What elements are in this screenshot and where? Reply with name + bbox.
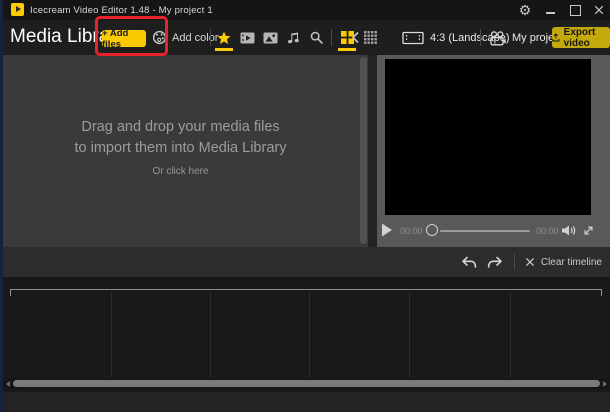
app-logo-icon <box>11 3 24 16</box>
seek-slider-track[interactable] <box>440 229 530 232</box>
timeline-gridline <box>309 293 310 377</box>
panel-divider <box>368 55 377 247</box>
settings-gear-icon[interactable]: ⚙ <box>517 1 533 19</box>
tab-images[interactable] <box>262 27 278 49</box>
redo-button[interactable] <box>487 256 504 269</box>
minimize-button[interactable] <box>546 12 555 14</box>
app-window: Icecream Video Editor 1.48 - My project … <box>0 0 610 412</box>
video-clip-icon <box>240 32 254 43</box>
timeline-panel[interactable] <box>3 277 610 392</box>
timeline-scrollbar-thumb[interactable] <box>13 380 600 387</box>
volume-icon <box>562 225 576 236</box>
fullscreen-button[interactable] <box>582 224 595 237</box>
divider <box>480 29 481 46</box>
clear-x-icon <box>525 257 534 267</box>
scroll-left-arrow-icon[interactable] <box>6 380 10 387</box>
timeline-gridline <box>409 293 410 377</box>
dropzone-text-line1: Drag and drop your media files <box>81 119 280 135</box>
header-toolbar: Media Library + Add files Add color 4:3 … <box>3 20 610 55</box>
redo-icon <box>487 256 502 268</box>
chevron-left-icon <box>351 31 359 43</box>
dropzone-click-hint[interactable]: Or click here <box>3 166 358 177</box>
clear-timeline-label: Clear timeline <box>540 256 602 268</box>
clear-timeline-button[interactable]: Clear timeline <box>525 257 602 268</box>
total-time: 00:00 <box>536 226 559 236</box>
music-note-icon <box>287 32 299 44</box>
grid-small-icon <box>363 31 377 44</box>
aspect-ratio-icon <box>402 31 424 45</box>
window-title: Icecream Video Editor 1.48 - My project … <box>30 5 213 16</box>
timeline-gridline <box>111 293 112 377</box>
movie-camera-icon <box>490 30 506 45</box>
dropzone-text-line2: to import them into Media Library <box>74 140 287 156</box>
close-icon <box>594 5 604 15</box>
volume-button[interactable] <box>561 224 577 237</box>
titlebar: Icecream Video Editor 1.48 - My project … <box>3 0 610 20</box>
play-icon <box>382 223 392 237</box>
upload-icon <box>552 33 560 42</box>
dropzone[interactable]: Drag and drop your media files to import… <box>3 117 358 177</box>
palette-icon <box>152 30 167 45</box>
close-button[interactable] <box>594 5 604 15</box>
add-files-button[interactable]: + Add files <box>102 28 146 50</box>
divider <box>331 29 332 46</box>
timeline-gridline <box>510 293 511 377</box>
undo-button[interactable] <box>460 256 477 269</box>
maximize-button[interactable] <box>570 5 581 16</box>
timeline-gridline <box>210 293 211 377</box>
preview-panel: 00:00 00:00 <box>377 55 610 247</box>
footer-strip <box>3 392 610 412</box>
star-icon <box>217 31 231 44</box>
seek-slider-handle[interactable] <box>426 224 438 236</box>
divider <box>513 254 515 270</box>
tab-favorites[interactable] <box>215 27 233 51</box>
tab-videos[interactable] <box>239 27 255 49</box>
undo-icon <box>462 256 477 268</box>
image-icon <box>263 32 277 43</box>
tab-audio[interactable] <box>285 27 301 49</box>
add-color-button[interactable]: Add color <box>152 28 218 47</box>
scroll-right-arrow-icon[interactable] <box>603 380 607 387</box>
search-icon <box>310 31 323 44</box>
timeline-actions-bar: Clear timeline <box>3 247 610 277</box>
media-library-scrollbar[interactable] <box>360 57 367 244</box>
export-video-label: Export video <box>563 26 596 49</box>
fullscreen-expand-icon <box>584 226 593 235</box>
playback-controls: 00:00 00:00 <box>377 215 610 245</box>
timeline-scrollbar[interactable] <box>3 378 610 389</box>
collapse-panel-button[interactable] <box>351 29 361 45</box>
divider <box>210 29 211 46</box>
timeline-ruler <box>10 289 602 296</box>
current-time: 00:00 <box>400 226 423 236</box>
media-library-panel: Drag and drop your media files to import… <box>3 55 368 247</box>
add-color-label: Add color <box>172 31 219 44</box>
play-button[interactable] <box>381 223 393 237</box>
view-grid-small-button[interactable] <box>362 27 378 49</box>
video-preview-screen[interactable] <box>385 59 591 215</box>
export-video-button[interactable]: Export video <box>552 26 610 49</box>
tab-search[interactable] <box>308 27 324 49</box>
